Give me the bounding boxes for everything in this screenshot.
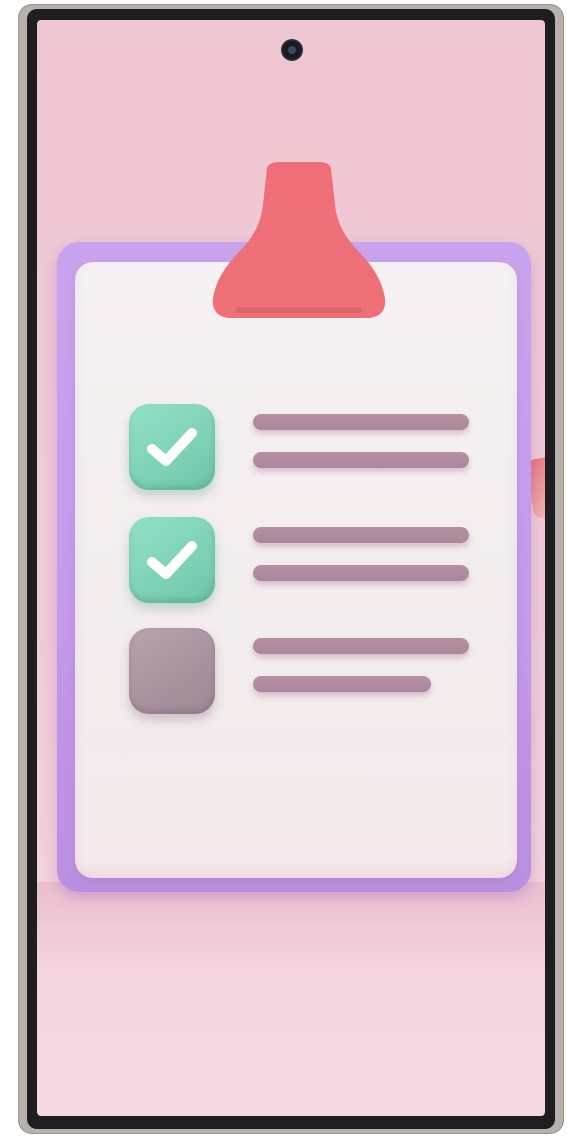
wallpaper-screen <box>37 20 545 1116</box>
front-camera-icon <box>283 41 301 59</box>
phone-bezel <box>27 9 555 1129</box>
checkbox-unchecked <box>129 628 215 714</box>
text-line-placeholder <box>253 565 469 581</box>
list-item <box>129 404 469 494</box>
check-mark-icon <box>147 541 197 579</box>
list-item <box>129 517 469 607</box>
checkbox-checked <box>129 404 215 490</box>
text-line-placeholder <box>253 452 469 468</box>
text-line-placeholder <box>253 676 431 692</box>
text-line-placeholder <box>253 527 469 543</box>
phone-frame <box>18 4 564 1134</box>
text-line-placeholder <box>253 638 469 654</box>
checkbox-checked <box>129 517 215 603</box>
check-mark-icon <box>147 428 197 466</box>
floor-reflection <box>37 882 545 1116</box>
clipboard-clip-icon <box>212 162 386 318</box>
list-item <box>129 628 469 718</box>
text-line-placeholder <box>253 414 469 430</box>
